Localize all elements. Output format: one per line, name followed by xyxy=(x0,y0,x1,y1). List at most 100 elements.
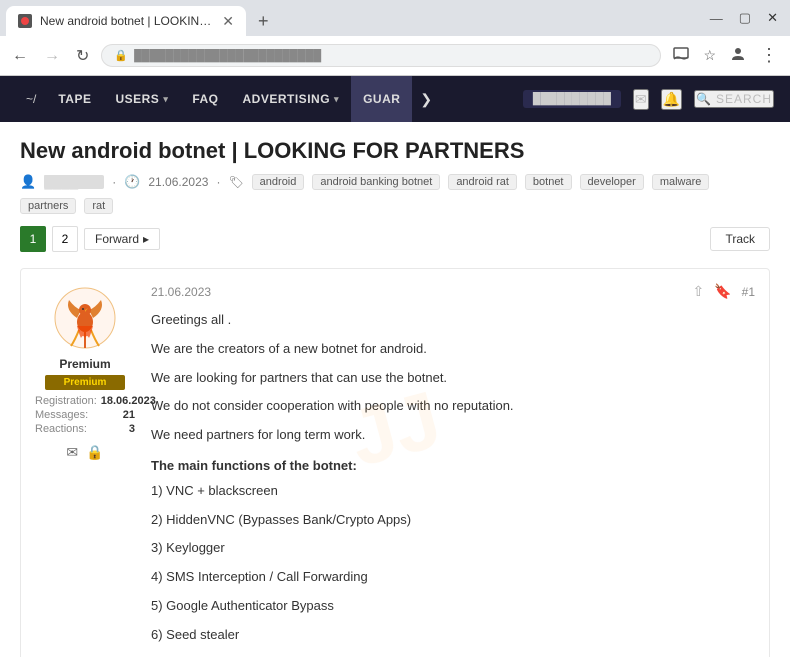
share-icon[interactable]: ⇧ xyxy=(692,283,704,300)
author-placeholder: ████ xyxy=(44,175,104,189)
reload-button[interactable]: ↻ xyxy=(72,44,93,68)
site-navigation: ~/ TAPE USERS ▾ FAQ ADVERTISING ▾ GUAR ❯… xyxy=(0,76,790,122)
reactions-stat: Reactions: 3 xyxy=(35,422,135,436)
maximize-button[interactable]: ▢ xyxy=(739,10,751,26)
nav-home[interactable]: ~/ xyxy=(16,92,46,106)
post-date: 21.06.2023 xyxy=(148,175,208,189)
user-action-buttons: ✉ 🔒 xyxy=(66,444,103,461)
notifications-button[interactable]: 🔔 xyxy=(661,89,682,110)
tab-close-button[interactable]: ✕ xyxy=(222,14,234,28)
user-stats: Registration: 18.06.2023 Messages: 21 Re… xyxy=(35,394,135,436)
extensions-button[interactable]: ⋮ xyxy=(756,43,782,68)
features-title: The main functions of the botnet: xyxy=(151,456,755,477)
browser-toolbar: ← → ↻ 🔒 ████████████████████████ ☆ ⋮ xyxy=(0,36,790,76)
close-button[interactable]: ✕ xyxy=(767,10,778,26)
tab-favicon xyxy=(18,14,32,28)
feature6: 6) Seed stealer xyxy=(151,625,755,646)
post-author-sidebar: Premium Premium Registration: 18.06.2023… xyxy=(35,283,135,657)
reactions-value: 3 xyxy=(129,423,135,435)
forward-button[interactable]: → xyxy=(40,45,64,67)
nav-right: ██████████ ✉ 🔔 🔍 SEARCH xyxy=(523,89,774,110)
site-content: ~/ TAPE USERS ▾ FAQ ADVERTISING ▾ GUAR ❯… xyxy=(0,76,790,657)
tag-rat[interactable]: rat xyxy=(84,198,113,214)
browser-actions: ☆ ⋮ xyxy=(669,43,782,68)
post-body-area: 21.06.2023 ⇧ 🔖 #1 Greetings all . We are… xyxy=(151,283,755,657)
address-text: ████████████████████████ xyxy=(134,50,321,62)
tag-malware[interactable]: malware xyxy=(652,174,710,190)
tab-title: New android botnet | LOOKING ... xyxy=(40,14,214,28)
advertising-dropdown-icon: ▾ xyxy=(334,94,339,105)
registration-label: Registration: xyxy=(35,395,97,407)
nav-more-button[interactable]: ❯ xyxy=(412,91,440,108)
security-icon: 🔒 xyxy=(114,49,128,62)
post-number: #1 xyxy=(742,285,755,299)
feature4: 4) SMS Interception / Call Forwarding xyxy=(151,567,755,588)
feature1: 1) VNC + blackscreen xyxy=(151,481,755,502)
greeting: Greetings all . xyxy=(151,310,755,331)
forward-icon: ▸ xyxy=(143,232,149,246)
nav-advertising[interactable]: ADVERTISING ▾ xyxy=(231,76,352,122)
bookmark-icon[interactable]: 🔖 xyxy=(714,283,731,300)
profile-lock-icon[interactable]: 🔒 xyxy=(86,444,103,461)
premium-badge: Premium xyxy=(45,375,125,390)
avatar-image xyxy=(53,286,118,351)
post-title: New android botnet | LOOKING FOR PARTNER… xyxy=(20,138,770,164)
feature5: 5) Google Authenticator Bypass xyxy=(151,596,755,617)
users-dropdown-icon: ▾ xyxy=(163,94,168,105)
profile-button[interactable] xyxy=(726,44,750,67)
post-navigation: 1 2 Forward ▸ Track xyxy=(20,226,770,252)
post-action-icons: ⇧ 🔖 #1 xyxy=(692,283,755,300)
tag-icon: 🏷 xyxy=(228,175,243,189)
tag-android-banking[interactable]: android banking botnet xyxy=(312,174,440,190)
nav-tape[interactable]: TAPE xyxy=(46,76,103,122)
browser-chrome: New android botnet | LOOKING ... ✕ + — ▢… xyxy=(0,0,790,76)
clock-icon: 🕐 xyxy=(124,174,140,190)
reactions-label: Reactions: xyxy=(35,423,87,435)
page-content: New android botnet | LOOKING FOR PARTNER… xyxy=(0,122,790,657)
intro1: We are the creators of a new botnet for … xyxy=(151,339,755,360)
messages-value: 21 xyxy=(123,409,135,421)
new-tab-button[interactable]: + xyxy=(250,7,277,36)
messages-label: Messages: xyxy=(35,409,88,421)
tag-developer[interactable]: developer xyxy=(580,174,644,190)
messages-button[interactable]: ✉ xyxy=(633,89,649,110)
tag-android[interactable]: android xyxy=(252,174,305,190)
entry-date: 21.06.2023 xyxy=(151,285,211,299)
registration-value: 18.06.2023 xyxy=(101,395,156,407)
tag-android-rat[interactable]: android rat xyxy=(448,174,517,190)
post-body: Greetings all . We are the creators of a… xyxy=(151,310,755,657)
intro3: We do not consider cooperation with peop… xyxy=(151,396,755,417)
page-2-button[interactable]: 2 xyxy=(52,226,78,252)
messages-stat: Messages: 21 xyxy=(35,408,135,422)
post-meta: 👤 ████ · 🕐 21.06.2023 · 🏷 android androi… xyxy=(20,174,770,214)
avatar xyxy=(50,283,120,353)
active-tab[interactable]: New android botnet | LOOKING ... ✕ xyxy=(6,6,246,36)
feature3: 3) Keylogger xyxy=(151,538,755,559)
nav-faq[interactable]: FAQ xyxy=(180,76,230,122)
send-message-icon[interactable]: ✉ xyxy=(66,444,78,461)
nav-users[interactable]: USERS ▾ xyxy=(103,76,180,122)
registration-stat: Registration: 18.06.2023 xyxy=(35,394,135,408)
nav-username: ██████████ xyxy=(523,90,621,108)
author-icon: 👤 xyxy=(20,174,36,190)
page-1-button[interactable]: 1 xyxy=(20,226,46,252)
tag-partners[interactable]: partners xyxy=(20,198,76,214)
feature2: 2) HiddenVNC (Bypasses Bank/Crypto Apps) xyxy=(151,510,755,531)
nav-guarantee[interactable]: GUAR xyxy=(351,76,412,122)
minimize-button[interactable]: — xyxy=(710,11,723,26)
post-entry: Premium Premium Registration: 18.06.2023… xyxy=(20,268,770,657)
tag-botnet[interactable]: botnet xyxy=(525,174,572,190)
cast-button[interactable] xyxy=(669,45,693,66)
address-bar[interactable]: 🔒 ████████████████████████ xyxy=(101,44,661,67)
search-icon: 🔍 xyxy=(696,92,712,106)
post-header: 21.06.2023 ⇧ 🔖 #1 xyxy=(151,283,755,300)
bookmark-button[interactable]: ☆ xyxy=(699,45,720,66)
search-button[interactable]: 🔍 SEARCH xyxy=(694,90,774,108)
forward-button[interactable]: Forward ▸ xyxy=(84,228,160,250)
back-button[interactable]: ← xyxy=(8,45,32,67)
intro2: We are looking for partners that can use… xyxy=(151,368,755,389)
intro4: We need partners for long term work. xyxy=(151,425,755,446)
track-button[interactable]: Track xyxy=(710,227,770,251)
feature7: 7) Works on versions 7-13 and tested on … xyxy=(151,654,755,657)
author-username: Premium xyxy=(59,357,110,371)
